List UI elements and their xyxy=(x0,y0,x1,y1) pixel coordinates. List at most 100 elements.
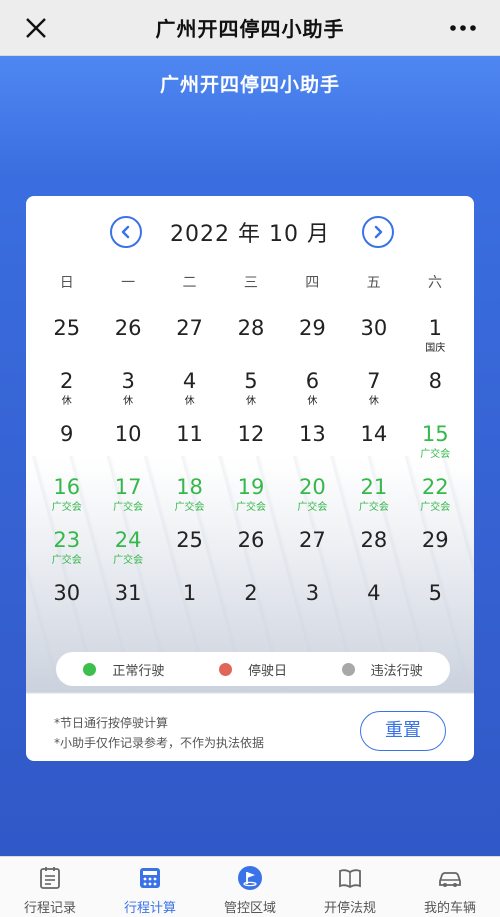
day-cell[interactable]: 9 xyxy=(36,420,97,473)
legend-dot-icon xyxy=(83,662,97,676)
day-cell[interactable]: 6休 xyxy=(282,367,343,420)
day-cell[interactable]: 7休 xyxy=(343,367,404,420)
close-button[interactable] xyxy=(22,14,50,42)
day-note: 休 xyxy=(61,396,72,407)
day-number: 30 xyxy=(53,581,81,605)
tab-label: 管控区域 xyxy=(223,901,276,916)
day-cell[interactable]: 3休 xyxy=(97,367,158,420)
day-cell[interactable]: 1 xyxy=(159,579,220,632)
legend-dot-icon xyxy=(341,662,355,676)
day-cell[interactable]: 1 国庆 xyxy=(405,314,466,367)
day-cell[interactable]: 20 广交会 xyxy=(282,473,343,526)
tab-book[interactable]: 开停法规 xyxy=(300,857,400,917)
day-number: 4 xyxy=(182,369,197,393)
month-title: 2022 年 10 月 xyxy=(170,222,330,247)
day-note: 广交会 xyxy=(113,555,144,566)
day-number: 27 xyxy=(299,528,326,552)
day-number: 16 xyxy=(53,475,81,499)
day-number: 26 xyxy=(237,528,265,552)
legend-item: 正常行驶 xyxy=(83,660,164,679)
day-cell[interactable]: 5 xyxy=(405,579,466,632)
day-number: 22 xyxy=(421,475,449,499)
day-cell[interactable]: 28 xyxy=(343,526,404,579)
more-button[interactable] xyxy=(448,14,478,42)
day-cell[interactable]: 21 广交会 xyxy=(343,473,404,526)
tab-car[interactable]: 我的车辆 xyxy=(400,857,500,917)
day-cell[interactable]: 23 广交会 xyxy=(36,526,97,579)
day-cell[interactable]: 26 xyxy=(220,526,281,579)
day-note: 广交会 xyxy=(51,502,82,513)
legend-label: 违法行驶 xyxy=(370,663,423,679)
tab-map-flag[interactable]: 管控区域 xyxy=(200,857,300,917)
day-cell[interactable]: 30 xyxy=(343,314,404,367)
day-note: 广交会 xyxy=(113,502,144,513)
day-number: 29 xyxy=(421,528,449,552)
day-cell[interactable]: 14 xyxy=(343,420,404,473)
day-cell[interactable]: 26 xyxy=(97,314,158,367)
day-number: 11 xyxy=(176,422,203,446)
day-cell[interactable]: 11 xyxy=(159,420,220,473)
day-cell[interactable]: 17 广交会 xyxy=(97,473,158,526)
day-number: 21 xyxy=(360,475,388,499)
legend-item: 停驶日 xyxy=(218,660,287,679)
car-icon xyxy=(437,865,463,891)
day-cell[interactable]: 18 广交会 xyxy=(159,473,220,526)
day-cell[interactable]: 19 广交会 xyxy=(220,473,281,526)
legend-dot-icon xyxy=(218,662,232,676)
day-cell[interactable]: 27 xyxy=(159,314,220,367)
day-cell[interactable]: 27 xyxy=(282,526,343,579)
day-cell[interactable]: 4休 xyxy=(159,367,220,420)
day-number: 25 xyxy=(176,528,203,552)
next-month-button[interactable] xyxy=(362,216,394,248)
day-note: 休 xyxy=(368,396,379,407)
tab-calendar-list[interactable]: 行程记录 xyxy=(0,857,100,917)
day-cell[interactable]: 16 广交会 xyxy=(36,473,97,526)
day-cell[interactable]: 24 广交会 xyxy=(97,526,158,579)
day-number: 31 xyxy=(114,581,142,605)
day-cell[interactable]: 29 xyxy=(282,314,343,367)
tab-label: 开停法规 xyxy=(323,901,376,916)
day-number: 27 xyxy=(176,316,203,340)
weekday-label: 五 xyxy=(366,275,381,291)
legend-label: 正常行驶 xyxy=(112,663,165,679)
chevron-left-icon xyxy=(121,225,130,239)
day-note: 休 xyxy=(123,396,134,407)
prev-month-button[interactable] xyxy=(110,216,142,248)
day-cell[interactable]: 30 xyxy=(36,579,97,632)
day-number: 4 xyxy=(367,581,381,605)
day-number: 9 xyxy=(60,422,74,446)
day-cell[interactable]: 31 xyxy=(97,579,158,632)
day-note: 广交会 xyxy=(297,502,328,513)
day-note: 广交会 xyxy=(235,502,266,513)
day-cell[interactable]: 13 xyxy=(282,420,343,473)
day-cell[interactable]: 2休 xyxy=(36,367,97,420)
day-cell[interactable]: 8 xyxy=(405,367,466,420)
map-flag-icon xyxy=(237,865,263,891)
day-cell[interactable]: 2 xyxy=(220,579,281,632)
day-number: 3 xyxy=(305,581,320,605)
day-number: 5 xyxy=(244,369,258,393)
day-cell[interactable]: 3 xyxy=(282,579,343,632)
day-cell[interactable]: 29 xyxy=(405,526,466,579)
day-cell[interactable]: 5休 xyxy=(220,367,281,420)
banner-title: 广州开四停四小助手 xyxy=(159,74,340,96)
day-cell[interactable]: 25 xyxy=(159,526,220,579)
day-note: 广交会 xyxy=(420,502,451,513)
tab-calculator[interactable]: 行程计算 xyxy=(100,857,200,917)
day-cell[interactable]: 25 xyxy=(36,314,97,367)
day-number: 8 xyxy=(428,369,442,393)
day-number: 28 xyxy=(360,528,388,552)
close-icon xyxy=(26,18,46,38)
reset-button[interactable]: 重置 xyxy=(360,711,446,751)
month-header: 2022 年 10 月 xyxy=(26,214,474,254)
day-number: 10 xyxy=(114,422,142,446)
day-cell[interactable]: 28 xyxy=(220,314,281,367)
window-title: 广州开四停四小助手 xyxy=(155,17,345,41)
day-cell[interactable]: 22 广交会 xyxy=(405,473,466,526)
tab-label: 行程计算 xyxy=(123,901,176,916)
day-cell[interactable]: 12 xyxy=(220,420,281,473)
tab-bar: 行程记录 行程计算 管控区域 开停法规 我的车辆 xyxy=(0,856,500,917)
day-cell[interactable]: 4 xyxy=(343,579,404,632)
day-cell[interactable]: 15 广交会 xyxy=(405,420,466,473)
day-cell[interactable]: 10 xyxy=(97,420,158,473)
